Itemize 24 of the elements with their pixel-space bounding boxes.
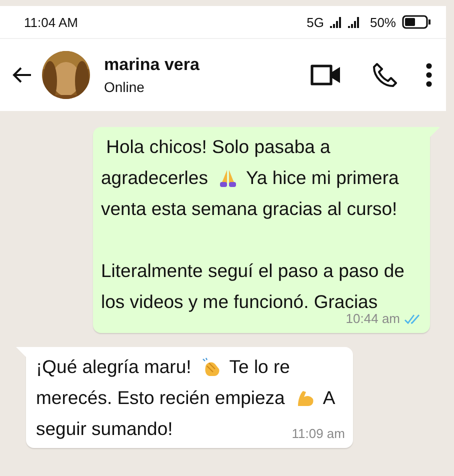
message-text: los videos y me funcionó. Gracias	[101, 290, 378, 312]
video-call-icon[interactable]	[310, 63, 342, 87]
battery-icon	[402, 15, 432, 29]
message-time: 11:09 am	[292, 426, 345, 442]
contact-name: marina vera	[104, 55, 200, 75]
network-label: 5G	[306, 14, 324, 30]
message-text: agradecerles	[101, 166, 208, 188]
message-time: 10:44 am	[346, 311, 400, 327]
clapping-hands-icon	[201, 356, 222, 376]
more-menu-icon[interactable]	[426, 63, 432, 87]
message-text: A	[322, 386, 336, 408]
message-text: merecés. Esto recién empieza	[36, 386, 285, 408]
message-text: Literalmente seguí el paso a paso de	[101, 260, 404, 282]
battery-percent: 50%	[370, 14, 396, 30]
message-text: Te lo re	[229, 356, 290, 378]
message-text: venta esta semana gracias al curso!	[101, 198, 398, 220]
message-text: seguir sumando!	[36, 418, 173, 440]
message-text: Hola chicos! Solo pasaba a	[105, 136, 330, 158]
status-time: 11:04 AM	[24, 14, 78, 30]
message-text: ¡Qué alegría maru!	[36, 356, 192, 378]
contact-status: Online	[104, 79, 146, 95]
phone-icon[interactable]	[372, 62, 398, 88]
praying-hands-icon	[218, 168, 238, 188]
message-text: Ya hice mi primera	[246, 166, 399, 188]
